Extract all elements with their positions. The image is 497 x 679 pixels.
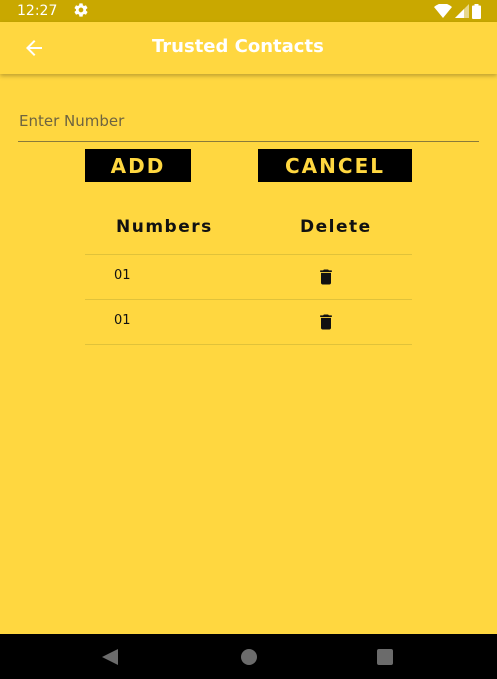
table-row: 01 [85, 255, 412, 300]
battery-icon [472, 3, 481, 19]
arrow-left-icon[interactable] [22, 36, 46, 60]
cancel-button[interactable]: CANCEL [258, 149, 412, 182]
trash-icon[interactable] [316, 312, 336, 332]
home-circle-icon[interactable] [240, 648, 258, 666]
contact-number: 01 [114, 313, 131, 328]
contact-number: 01 [114, 268, 131, 283]
column-header-numbers: Numbers [116, 217, 213, 237]
status-bar: 12:27 [0, 0, 497, 22]
signal-icon [455, 4, 469, 18]
status-icons [434, 3, 481, 19]
number-input[interactable] [18, 100, 479, 142]
page-title: Trusted Contacts [152, 36, 324, 57]
trash-icon[interactable] [316, 267, 336, 287]
app-bar: Trusted Contacts [0, 22, 497, 74]
wifi-icon [434, 4, 452, 18]
back-triangle-icon[interactable] [101, 648, 119, 666]
column-header-delete: Delete [300, 217, 372, 237]
gear-icon [74, 3, 88, 17]
table-header: Numbers Delete [85, 207, 412, 255]
navigation-bar [0, 634, 497, 679]
add-button[interactable]: ADD [85, 149, 191, 182]
status-time: 12:27 [17, 3, 58, 19]
recents-square-icon[interactable] [376, 648, 394, 666]
table-row: 01 [85, 300, 412, 345]
contacts-table: Numbers Delete 01 01 [85, 207, 412, 345]
